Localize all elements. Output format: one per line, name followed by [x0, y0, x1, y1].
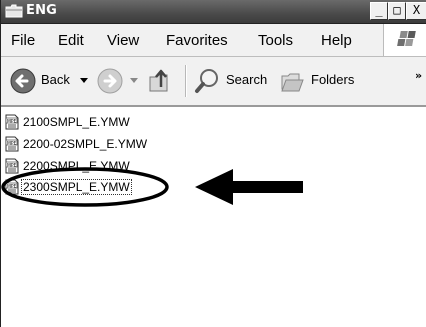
forward-arrow-icon[interactable] [96, 67, 124, 95]
forward-dropdown-icon[interactable] [129, 77, 139, 85]
windows-flag-icon [397, 31, 416, 46]
highlight-ellipse [1, 167, 169, 207]
window-title: ENG [26, 3, 58, 18]
title-bar[interactable]: ENG _ □ X [1, 0, 426, 24]
back-button[interactable]: Back [41, 72, 70, 87]
annotation-overlay [1, 167, 303, 207]
toolbar: Back Search Folders » [1, 57, 426, 107]
back-dropdown-icon[interactable] [79, 77, 89, 85]
search-icon[interactable] [194, 67, 222, 95]
menu-favorites[interactable]: Favorites [166, 32, 228, 49]
menu-help[interactable]: Help [321, 32, 352, 49]
folder-up-icon[interactable] [147, 67, 173, 95]
search-button[interactable]: Search [226, 72, 267, 87]
menu-edit[interactable]: Edit [58, 32, 84, 49]
folder-icon [5, 4, 23, 18]
menu-bar: File Edit View Favorites Tools Help [1, 24, 426, 57]
toolbar-overflow-chevron[interactable]: » [415, 69, 422, 82]
menu-view[interactable]: View [107, 32, 139, 49]
menu-tools[interactable]: Tools [258, 32, 293, 49]
folders-button[interactable]: Folders [311, 72, 354, 87]
folders-icon[interactable] [279, 67, 307, 95]
file-list[interactable]: MPE 2100SMPL_E.YMW MPE 2200-02SMPL_E.YMW… [1, 107, 426, 327]
explorer-window: ENG _ □ X File Edit View Favorites Tools… [0, 0, 426, 327]
windows-logo [383, 24, 426, 56]
toolbar-separator [185, 65, 187, 97]
minimize-button[interactable]: _ [370, 2, 388, 20]
menu-file[interactable]: File [11, 32, 35, 49]
close-button[interactable]: X [406, 2, 426, 20]
back-arrow-icon[interactable] [9, 67, 37, 95]
maximize-button[interactable]: □ [388, 2, 406, 20]
pointer-arrow-icon [195, 169, 303, 205]
